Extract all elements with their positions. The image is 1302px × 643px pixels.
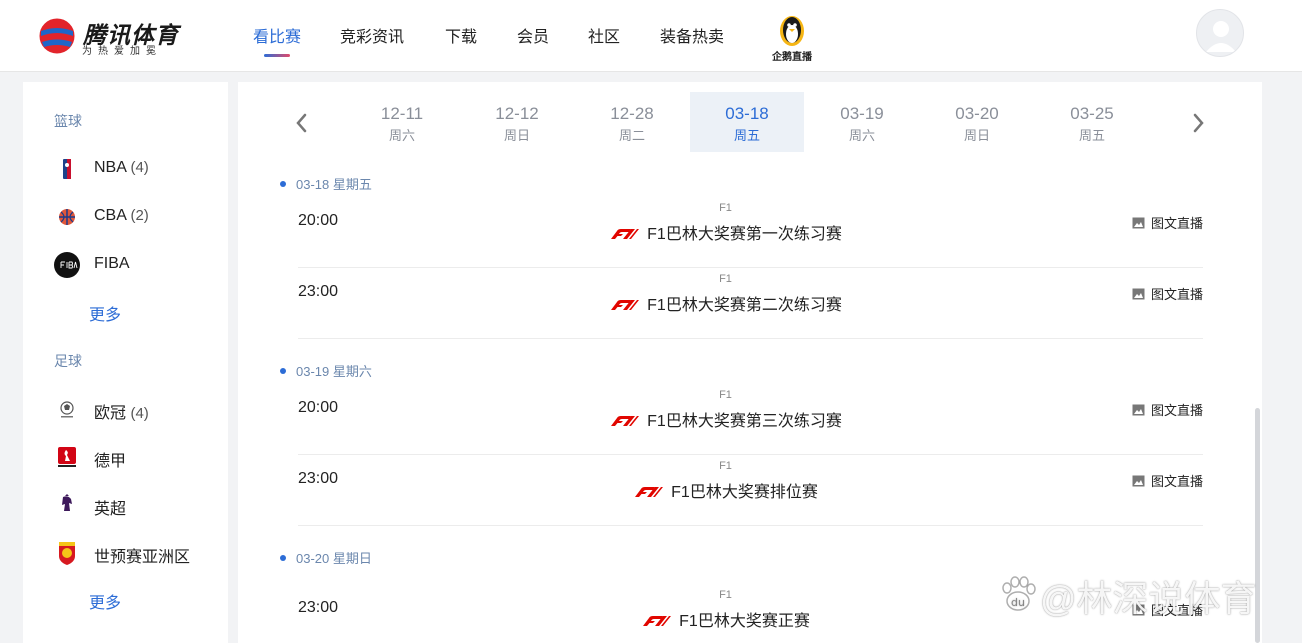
match-category: F1	[719, 202, 732, 214]
football-more-link[interactable]: 更多	[89, 589, 121, 613]
match-title: F1巴林大奖赛排位赛	[671, 484, 818, 501]
nav-lottery-info[interactable]: 竞彩资讯	[340, 23, 404, 47]
sidebar-item-label: 英超	[94, 501, 127, 518]
sidebar-group-football: 足球	[54, 353, 82, 369]
match-category: F1	[719, 273, 732, 285]
nav-gear-shop[interactable]: 装备热卖	[660, 23, 724, 47]
text-live-link[interactable]: 图文直播	[1132, 284, 1203, 303]
date-tab-active[interactable]: 03-18 周五	[690, 92, 804, 152]
text-live-link[interactable]: 图文直播	[1132, 400, 1203, 419]
day-header: 03-19 星期六	[280, 361, 372, 380]
day-dot	[280, 368, 286, 374]
logo-slogan: 为热爱加冕	[82, 46, 162, 57]
sidebar-item-label: NBA	[94, 159, 127, 176]
match-row[interactable]: 23:00 F1 F1巴林大奖赛排位赛 图文直播	[298, 455, 1203, 526]
champions-league-icon	[60, 401, 74, 418]
sidebar-item-bundesliga[interactable]: 德甲	[54, 441, 224, 471]
day-dot	[280, 181, 286, 187]
text-live-link[interactable]: 图文直播	[1132, 471, 1203, 490]
date-tab[interactable]: 12-11 周六	[345, 92, 459, 152]
match-row[interactable]: 20:00 F1 F1巴林大奖赛第三次练习赛 图文直播	[298, 384, 1203, 455]
f1-logo-icon	[611, 300, 640, 310]
f1-logo-icon	[635, 487, 664, 497]
sidebar-item-nba[interactable]: NBA (4)	[54, 153, 224, 183]
day-header: 03-20 星期日	[280, 548, 372, 567]
sidebar-item-fiba[interactable]: FIBA	[54, 249, 224, 279]
match-category: F1	[719, 460, 732, 472]
match-title: F1巴林大奖赛第三次练习赛	[647, 413, 842, 430]
date-tab[interactable]: 12-28 周二	[575, 92, 689, 152]
date-tab[interactable]: 03-19 周六	[805, 92, 919, 152]
penguin-icon	[780, 16, 804, 46]
day-header: 03-18 星期五	[280, 174, 372, 193]
logo-ball-icon	[38, 17, 76, 55]
bundesliga-icon	[58, 447, 76, 467]
chevron-left-icon[interactable]	[290, 110, 314, 136]
sidebar-item-count: (4)	[130, 405, 149, 422]
sidebar-item-label: CBA	[94, 207, 127, 224]
sidebar-item-label: 欧冠	[94, 405, 127, 422]
date-tab[interactable]: 12-12 周日	[460, 92, 574, 152]
match-row[interactable]: 23:00 F1 F1巴林大奖赛第二次练习赛 图文直播	[298, 268, 1203, 339]
tencent-sports-logo[interactable]: 腾讯体育 为热爱加冕	[38, 14, 188, 58]
sidebar-item-premier-league[interactable]: 英超	[54, 489, 224, 519]
sidebar-item-count: (4)	[130, 159, 149, 176]
sidebar-item-label: FIBA	[94, 255, 130, 272]
top-header: 腾讯体育 为热爱加冕 看比赛 竞彩资讯 下载 会员 社区 装备热卖 企鹅直播	[0, 0, 1302, 72]
f1-logo-icon	[611, 229, 640, 239]
nav-download[interactable]: 下载	[445, 23, 477, 47]
schedule-panel: 12-11 周六 12-12 周日 12-28 周二 03-18 周五 03-19 周六 …	[238, 82, 1262, 643]
text-live-link[interactable]: 图文直播	[1132, 213, 1203, 232]
nav-active-underline	[264, 54, 290, 57]
cba-icon	[59, 209, 75, 225]
penguin-live-link[interactable]: 企鹅直播	[770, 15, 814, 63]
china-football-icon	[59, 542, 75, 565]
sports-sidebar: 篮球 NBA (4) CBA (2) FIBA 更多 足球 欧冠 (4) 德甲 …	[23, 82, 228, 643]
watermark-text: @林深说体育	[1040, 578, 1257, 619]
image-icon	[1132, 404, 1145, 416]
image-icon	[1132, 475, 1145, 487]
user-avatar[interactable]	[1196, 9, 1244, 57]
sidebar-item-world-cup-qualifiers-asia[interactable]: 世预赛亚洲区	[54, 537, 224, 567]
image-icon	[1132, 288, 1145, 300]
sidebar-item-label: 德甲	[94, 453, 127, 470]
date-tab[interactable]: 03-20 周日	[920, 92, 1034, 152]
nav-membership[interactable]: 会员	[517, 23, 549, 47]
svg-text:du: du	[1011, 596, 1025, 609]
day-dot	[280, 555, 286, 561]
user-avatar-icon	[1206, 21, 1236, 52]
match-title: F1巴林大奖赛第二次练习赛	[647, 297, 842, 314]
premier-league-icon	[62, 494, 72, 511]
nav-community[interactable]: 社区	[588, 23, 620, 47]
match-category: F1	[719, 389, 732, 401]
penguin-label: 企鹅直播	[772, 52, 812, 63]
sidebar-item-label: 世预赛亚洲区	[94, 549, 191, 566]
image-icon	[1132, 217, 1145, 229]
match-title: F1巴林大奖赛正赛	[679, 613, 810, 630]
chevron-right-icon[interactable]	[1186, 110, 1210, 136]
sidebar-item-champions-league[interactable]: 欧冠 (4)	[54, 393, 224, 423]
nba-icon	[63, 159, 71, 179]
sidebar-group-basketball: 篮球	[54, 113, 82, 129]
basketball-more-link[interactable]: 更多	[89, 301, 121, 325]
f1-logo-icon	[643, 616, 672, 626]
f1-logo-icon	[611, 416, 640, 426]
nav-watch-games[interactable]: 看比赛	[253, 23, 301, 47]
date-tab[interactable]: 03-25 周五	[1035, 92, 1149, 152]
sidebar-item-cba[interactable]: CBA (2)	[54, 201, 224, 231]
paw-watermark-icon: du	[1002, 576, 1036, 611]
fiba-icon	[54, 252, 80, 278]
sidebar-item-count: (2)	[130, 207, 149, 224]
match-row[interactable]: 20:00 F1 F1巴林大奖赛第一次练习赛 图文直播	[298, 197, 1203, 268]
match-title: F1巴林大奖赛第一次练习赛	[647, 226, 842, 243]
